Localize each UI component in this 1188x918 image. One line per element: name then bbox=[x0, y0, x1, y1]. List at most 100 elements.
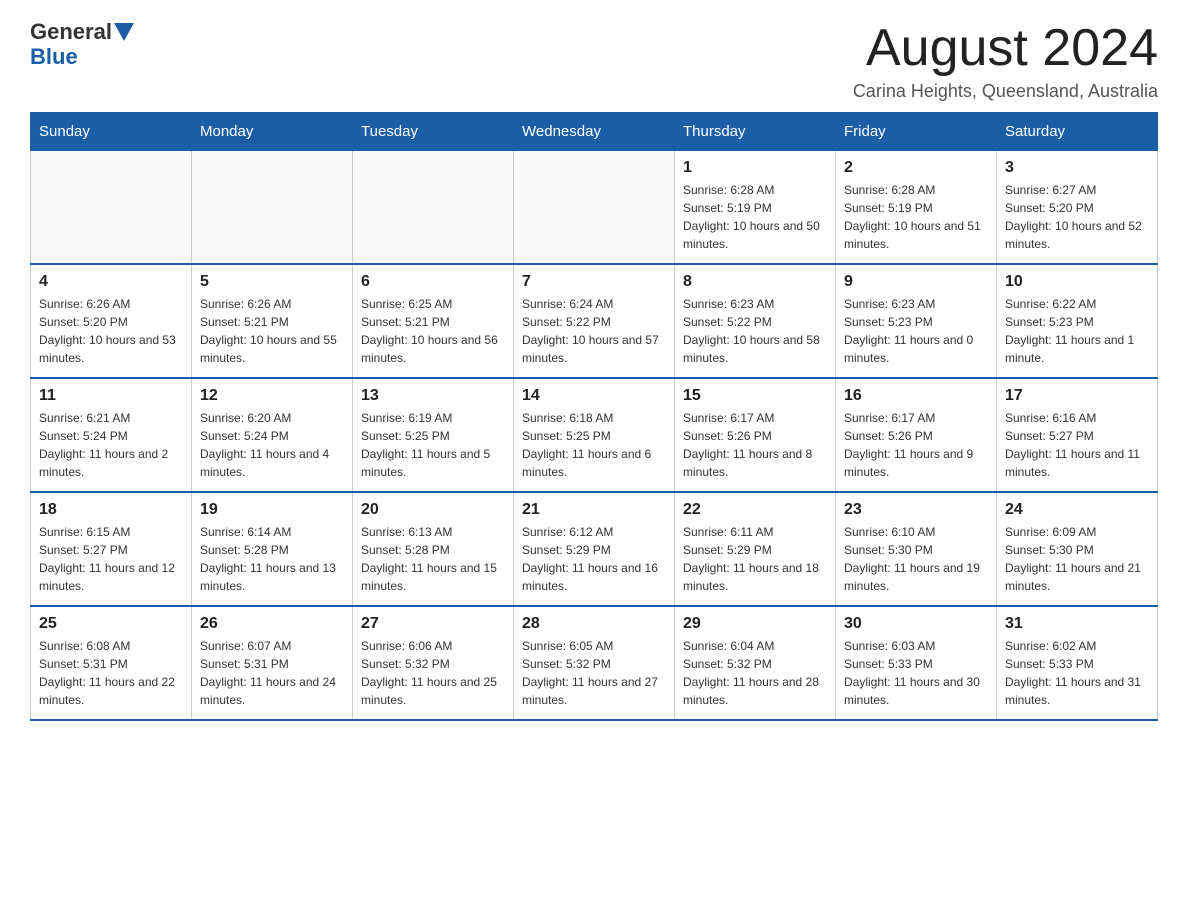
logo: General Blue bbox=[30, 20, 134, 70]
calendar-cell: 28 Sunrise: 6:05 AMSunset: 5:32 PMDayligh… bbox=[514, 606, 675, 720]
calendar-cell: 25 Sunrise: 6:08 AMSunset: 5:31 PMDayligh… bbox=[31, 606, 192, 720]
day-number: 6 bbox=[361, 273, 505, 291]
calendar-cell bbox=[514, 151, 675, 265]
sun-info: Sunrise: 6:27 AMSunset: 5:20 PMDaylight:… bbox=[1005, 181, 1149, 253]
calendar-cell: 3 Sunrise: 6:27 AMSunset: 5:20 PMDaylight… bbox=[997, 151, 1158, 265]
day-number: 18 bbox=[39, 501, 183, 519]
calendar-week-row: 18 Sunrise: 6:15 AMSunset: 5:27 PMDayligh… bbox=[31, 492, 1158, 606]
sun-info: Sunrise: 6:05 AMSunset: 5:32 PMDaylight:… bbox=[522, 637, 666, 709]
day-number: 4 bbox=[39, 273, 183, 291]
calendar-cell bbox=[192, 151, 353, 265]
calendar-cell: 1 Sunrise: 6:28 AMSunset: 5:19 PMDaylight… bbox=[675, 151, 836, 265]
calendar-cell: 7 Sunrise: 6:24 AMSunset: 5:22 PMDaylight… bbox=[514, 264, 675, 378]
day-number: 17 bbox=[1005, 387, 1149, 405]
sun-info: Sunrise: 6:06 AMSunset: 5:32 PMDaylight:… bbox=[361, 637, 505, 709]
day-number: 19 bbox=[200, 501, 344, 519]
sun-info: Sunrise: 6:22 AMSunset: 5:23 PMDaylight:… bbox=[1005, 295, 1149, 367]
day-header-sunday: Sunday bbox=[31, 113, 192, 151]
sun-info: Sunrise: 6:15 AMSunset: 5:27 PMDaylight:… bbox=[39, 523, 183, 595]
sun-info: Sunrise: 6:17 AMSunset: 5:26 PMDaylight:… bbox=[683, 409, 827, 481]
calendar-title: August 2024 bbox=[853, 20, 1158, 77]
day-number: 9 bbox=[844, 273, 988, 291]
day-number: 25 bbox=[39, 615, 183, 633]
calendar-cell: 6 Sunrise: 6:25 AMSunset: 5:21 PMDaylight… bbox=[353, 264, 514, 378]
calendar-cell: 9 Sunrise: 6:23 AMSunset: 5:23 PMDaylight… bbox=[836, 264, 997, 378]
sun-info: Sunrise: 6:02 AMSunset: 5:33 PMDaylight:… bbox=[1005, 637, 1149, 709]
calendar-cell: 11 Sunrise: 6:21 AMSunset: 5:24 PMDayligh… bbox=[31, 378, 192, 492]
calendar-cell: 4 Sunrise: 6:26 AMSunset: 5:20 PMDaylight… bbox=[31, 264, 192, 378]
sun-info: Sunrise: 6:24 AMSunset: 5:22 PMDaylight:… bbox=[522, 295, 666, 367]
sun-info: Sunrise: 6:20 AMSunset: 5:24 PMDaylight:… bbox=[200, 409, 344, 481]
sun-info: Sunrise: 6:08 AMSunset: 5:31 PMDaylight:… bbox=[39, 637, 183, 709]
day-number: 11 bbox=[39, 387, 183, 405]
day-number: 27 bbox=[361, 615, 505, 633]
calendar-cell: 5 Sunrise: 6:26 AMSunset: 5:21 PMDaylight… bbox=[192, 264, 353, 378]
sun-info: Sunrise: 6:13 AMSunset: 5:28 PMDaylight:… bbox=[361, 523, 505, 595]
day-number: 26 bbox=[200, 615, 344, 633]
sun-info: Sunrise: 6:21 AMSunset: 5:24 PMDaylight:… bbox=[39, 409, 183, 481]
day-number: 29 bbox=[683, 615, 827, 633]
sun-info: Sunrise: 6:16 AMSunset: 5:27 PMDaylight:… bbox=[1005, 409, 1149, 481]
day-header-saturday: Saturday bbox=[997, 113, 1158, 151]
sun-info: Sunrise: 6:25 AMSunset: 5:21 PMDaylight:… bbox=[361, 295, 505, 367]
calendar-cell: 13Sunrise: 6:19 AMSunset: 5:25 PMDayligh… bbox=[353, 378, 514, 492]
calendar-week-row: 4 Sunrise: 6:26 AMSunset: 5:20 PMDaylight… bbox=[31, 264, 1158, 378]
day-number: 1 bbox=[683, 159, 827, 177]
day-header-tuesday: Tuesday bbox=[353, 113, 514, 151]
calendar-cell: 24Sunrise: 6:09 AMSunset: 5:30 PMDayligh… bbox=[997, 492, 1158, 606]
title-block: August 2024 Carina Heights, Queensland, … bbox=[853, 20, 1158, 102]
day-header-monday: Monday bbox=[192, 113, 353, 151]
sun-info: Sunrise: 6:23 AMSunset: 5:22 PMDaylight:… bbox=[683, 295, 827, 367]
page-header: General Blue August 2024 Carina Heights,… bbox=[30, 20, 1158, 102]
day-number: 2 bbox=[844, 159, 988, 177]
calendar-week-row: 1 Sunrise: 6:28 AMSunset: 5:19 PMDaylight… bbox=[31, 151, 1158, 265]
sun-info: Sunrise: 6:12 AMSunset: 5:29 PMDaylight:… bbox=[522, 523, 666, 595]
sun-info: Sunrise: 6:26 AMSunset: 5:20 PMDaylight:… bbox=[39, 295, 183, 367]
calendar-subtitle: Carina Heights, Queensland, Australia bbox=[853, 81, 1158, 102]
day-number: 7 bbox=[522, 273, 666, 291]
calendar-cell: 26 Sunrise: 6:07 AMSunset: 5:31 PMDayligh… bbox=[192, 606, 353, 720]
day-number: 8 bbox=[683, 273, 827, 291]
calendar-cell: 19Sunrise: 6:14 AMSunset: 5:28 PMDayligh… bbox=[192, 492, 353, 606]
sun-info: Sunrise: 6:17 AMSunset: 5:26 PMDaylight:… bbox=[844, 409, 988, 481]
calendar-cell bbox=[31, 151, 192, 265]
day-number: 10 bbox=[1005, 273, 1149, 291]
day-number: 14 bbox=[522, 387, 666, 405]
day-number: 20 bbox=[361, 501, 505, 519]
sun-info: Sunrise: 6:23 AMSunset: 5:23 PMDaylight:… bbox=[844, 295, 988, 367]
calendar-cell: 10 Sunrise: 6:22 AMSunset: 5:23 PMDayligh… bbox=[997, 264, 1158, 378]
sun-info: Sunrise: 6:28 AMSunset: 5:19 PMDaylight:… bbox=[683, 181, 827, 253]
sun-info: Sunrise: 6:10 AMSunset: 5:30 PMDaylight:… bbox=[844, 523, 988, 595]
logo-blue: Blue bbox=[30, 44, 78, 70]
calendar-cell: 30Sunrise: 6:03 AMSunset: 5:33 PMDayligh… bbox=[836, 606, 997, 720]
logo-triangle-icon bbox=[114, 23, 134, 43]
sun-info: Sunrise: 6:18 AMSunset: 5:25 PMDaylight:… bbox=[522, 409, 666, 481]
calendar-table: SundayMondayTuesdayWednesdayThursdayFrid… bbox=[30, 112, 1158, 721]
logo-general: General bbox=[30, 20, 112, 44]
calendar-cell: 22Sunrise: 6:11 AMSunset: 5:29 PMDayligh… bbox=[675, 492, 836, 606]
sun-info: Sunrise: 6:03 AMSunset: 5:33 PMDaylight:… bbox=[844, 637, 988, 709]
calendar-cell: 18 Sunrise: 6:15 AMSunset: 5:27 PMDayligh… bbox=[31, 492, 192, 606]
day-number: 15 bbox=[683, 387, 827, 405]
day-number: 5 bbox=[200, 273, 344, 291]
calendar-week-row: 25 Sunrise: 6:08 AMSunset: 5:31 PMDayligh… bbox=[31, 606, 1158, 720]
sun-info: Sunrise: 6:07 AMSunset: 5:31 PMDaylight:… bbox=[200, 637, 344, 709]
calendar-cell: 16 Sunrise: 6:17 AMSunset: 5:26 PMDayligh… bbox=[836, 378, 997, 492]
calendar-cell: 14 Sunrise: 6:18 AMSunset: 5:25 PMDayligh… bbox=[514, 378, 675, 492]
day-number: 16 bbox=[844, 387, 988, 405]
day-header-wednesday: Wednesday bbox=[514, 113, 675, 151]
day-number: 24 bbox=[1005, 501, 1149, 519]
sun-info: Sunrise: 6:26 AMSunset: 5:21 PMDaylight:… bbox=[200, 295, 344, 367]
day-number: 3 bbox=[1005, 159, 1149, 177]
day-number: 31 bbox=[1005, 615, 1149, 633]
calendar-cell: 21Sunrise: 6:12 AMSunset: 5:29 PMDayligh… bbox=[514, 492, 675, 606]
day-header-thursday: Thursday bbox=[675, 113, 836, 151]
calendar-cell: 23 Sunrise: 6:10 AMSunset: 5:30 PMDayligh… bbox=[836, 492, 997, 606]
sun-info: Sunrise: 6:04 AMSunset: 5:32 PMDaylight:… bbox=[683, 637, 827, 709]
sun-info: Sunrise: 6:28 AMSunset: 5:19 PMDaylight:… bbox=[844, 181, 988, 253]
calendar-cell: 17 Sunrise: 6:16 AMSunset: 5:27 PMDayligh… bbox=[997, 378, 1158, 492]
day-number: 23 bbox=[844, 501, 988, 519]
calendar-week-row: 11 Sunrise: 6:21 AMSunset: 5:24 PMDayligh… bbox=[31, 378, 1158, 492]
day-number: 28 bbox=[522, 615, 666, 633]
calendar-cell: 2 Sunrise: 6:28 AMSunset: 5:19 PMDaylight… bbox=[836, 151, 997, 265]
